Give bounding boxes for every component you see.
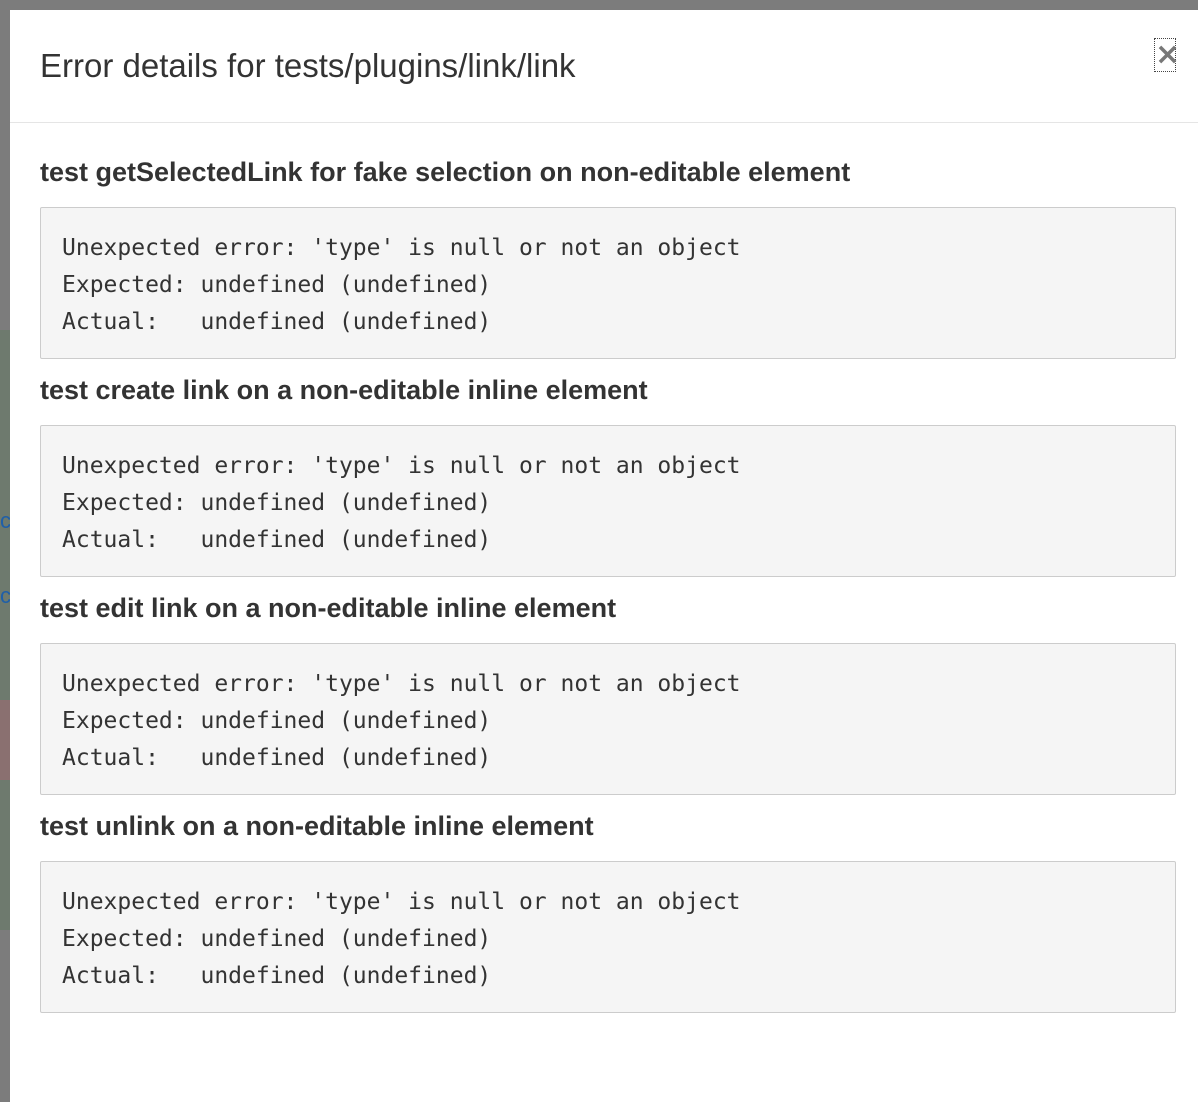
- actual-line: Actual: undefined (undefined): [62, 745, 492, 771]
- test-result: test edit link on a non-editable inline …: [40, 591, 1176, 795]
- expected-line: Expected: undefined (undefined): [62, 272, 492, 298]
- actual-line: Actual: undefined (undefined): [62, 963, 492, 989]
- expected-line: Expected: undefined (undefined): [62, 926, 492, 952]
- expected-line: Expected: undefined (undefined): [62, 708, 492, 734]
- actual-line: Actual: undefined (undefined): [62, 309, 492, 335]
- test-title: test create link on a non-editable inlin…: [40, 375, 648, 405]
- error-details: Unexpected error: 'type' is null or not …: [40, 643, 1176, 795]
- actual-line: Actual: undefined (undefined): [62, 527, 492, 553]
- error-details-modal: Error details for tests/plugins/link/lin…: [10, 10, 1198, 1102]
- modal-body: test getSelectedLink for fake selection …: [10, 123, 1198, 1013]
- expected-line: Expected: undefined (undefined): [62, 490, 492, 516]
- test-title: test unlink on a non-editable inline ele…: [40, 811, 594, 841]
- error-details: Unexpected error: 'type' is null or not …: [40, 861, 1176, 1013]
- test-title: test edit link on a non-editable inline …: [40, 593, 617, 623]
- backdrop-link-fragment: c: [0, 510, 10, 532]
- test-result: test unlink on a non-editable inline ele…: [40, 809, 1176, 1013]
- backdrop-strip: [0, 700, 10, 780]
- backdrop-link-fragment: c: [0, 585, 10, 607]
- modal-header: Error details for tests/plugins/link/lin…: [10, 10, 1198, 123]
- error-details: Unexpected error: 'type' is null or not …: [40, 207, 1176, 359]
- backdrop-strip: [0, 330, 10, 930]
- test-title: test getSelectedLink for fake selection …: [40, 157, 851, 187]
- test-result: test create link on a non-editable inlin…: [40, 373, 1176, 577]
- error-line: Unexpected error: 'type' is null or not …: [62, 671, 741, 697]
- close-button[interactable]: ×: [1154, 38, 1180, 72]
- error-line: Unexpected error: 'type' is null or not …: [62, 889, 741, 915]
- error-line: Unexpected error: 'type' is null or not …: [62, 453, 741, 479]
- test-result: test getSelectedLink for fake selection …: [40, 155, 1176, 359]
- error-line: Unexpected error: 'type' is null or not …: [62, 235, 741, 261]
- modal-title: Error details for tests/plugins/link/lin…: [40, 47, 576, 84]
- error-details: Unexpected error: 'type' is null or not …: [40, 425, 1176, 577]
